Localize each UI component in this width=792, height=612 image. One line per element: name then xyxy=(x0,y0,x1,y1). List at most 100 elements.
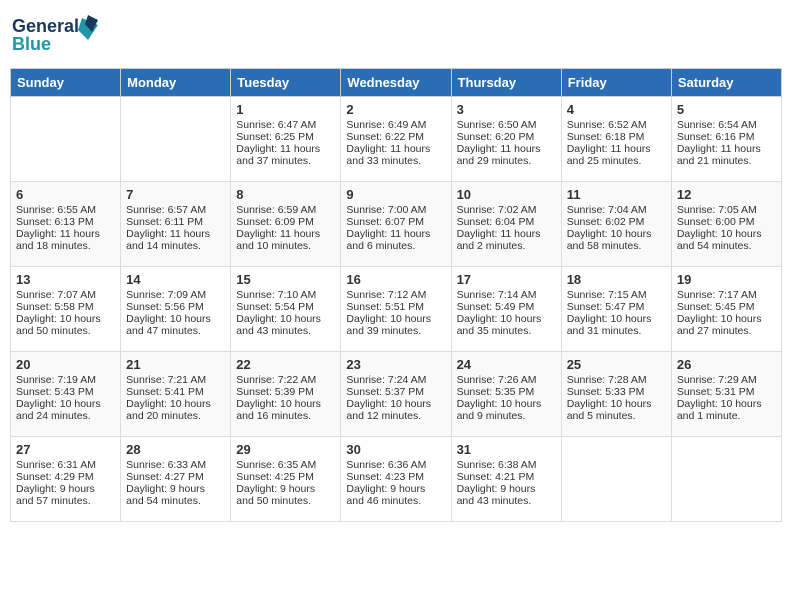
day-cell-14: 14 Sunrise: 7:09 AM Sunset: 5:56 PM Dayl… xyxy=(121,267,231,352)
sunrise-label: Sunrise: 7:29 AM xyxy=(677,374,757,386)
day-cell-28: 28 Sunrise: 6:33 AM Sunset: 4:27 PM Dayl… xyxy=(121,437,231,522)
sunset-label: Sunset: 5:43 PM xyxy=(16,386,94,398)
day-number: 18 xyxy=(567,272,666,287)
day-number: 9 xyxy=(346,187,445,202)
day-cell-18: 18 Sunrise: 7:15 AM Sunset: 5:47 PM Dayl… xyxy=(561,267,671,352)
sunrise-label: Sunrise: 7:04 AM xyxy=(567,204,647,216)
daylight-label: Daylight: 10 hours and 27 minutes. xyxy=(677,313,762,337)
day-number: 8 xyxy=(236,187,335,202)
sunrise-label: Sunrise: 7:10 AM xyxy=(236,289,316,301)
daylight-label: Daylight: 11 hours and 33 minutes. xyxy=(346,143,430,167)
sunrise-label: Sunrise: 6:47 AM xyxy=(236,119,316,131)
sunset-label: Sunset: 6:11 PM xyxy=(126,216,203,228)
day-number: 3 xyxy=(457,102,556,117)
sunset-label: Sunset: 6:02 PM xyxy=(567,216,645,228)
day-cell-21: 21 Sunrise: 7:21 AM Sunset: 5:41 PM Dayl… xyxy=(121,352,231,437)
day-number: 21 xyxy=(126,357,225,372)
day-header-wednesday: Wednesday xyxy=(341,69,451,97)
sunrise-label: Sunrise: 7:15 AM xyxy=(567,289,647,301)
empty-cell xyxy=(11,97,121,182)
sunrise-label: Sunrise: 6:38 AM xyxy=(457,459,537,471)
sunset-label: Sunset: 6:00 PM xyxy=(677,216,755,228)
sunrise-label: Sunrise: 7:07 AM xyxy=(16,289,96,301)
day-cell-20: 20 Sunrise: 7:19 AM Sunset: 5:43 PM Dayl… xyxy=(11,352,121,437)
sunset-label: Sunset: 4:25 PM xyxy=(236,471,314,483)
day-number: 16 xyxy=(346,272,445,287)
week-row-2: 6 Sunrise: 6:55 AM Sunset: 6:13 PM Dayli… xyxy=(11,182,782,267)
sunrise-label: Sunrise: 7:28 AM xyxy=(567,374,647,386)
sunrise-label: Sunrise: 6:52 AM xyxy=(567,119,647,131)
logo-icon: General Blue xyxy=(10,10,100,55)
sunrise-label: Sunrise: 6:59 AM xyxy=(236,204,316,216)
daylight-label: Daylight: 11 hours and 2 minutes. xyxy=(457,228,541,252)
day-header-tuesday: Tuesday xyxy=(231,69,341,97)
sunrise-label: Sunrise: 6:57 AM xyxy=(126,204,206,216)
sunset-label: Sunset: 6:09 PM xyxy=(236,216,314,228)
day-number: 10 xyxy=(457,187,556,202)
daylight-label: Daylight: 10 hours and 20 minutes. xyxy=(126,398,211,422)
sunrise-label: Sunrise: 7:26 AM xyxy=(457,374,537,386)
day-number: 4 xyxy=(567,102,666,117)
day-cell-1: 1 Sunrise: 6:47 AM Sunset: 6:25 PM Dayli… xyxy=(231,97,341,182)
sunset-label: Sunset: 5:31 PM xyxy=(677,386,755,398)
day-number: 29 xyxy=(236,442,335,457)
sunrise-label: Sunrise: 7:05 AM xyxy=(677,204,757,216)
week-row-5: 27 Sunrise: 6:31 AM Sunset: 4:29 PM Dayl… xyxy=(11,437,782,522)
day-cell-30: 30 Sunrise: 6:36 AM Sunset: 4:23 PM Dayl… xyxy=(341,437,451,522)
day-number: 11 xyxy=(567,187,666,202)
day-number: 22 xyxy=(236,357,335,372)
daylight-label: Daylight: 11 hours and 18 minutes. xyxy=(16,228,100,252)
sunrise-label: Sunrise: 7:12 AM xyxy=(346,289,426,301)
sunset-label: Sunset: 6:04 PM xyxy=(457,216,535,228)
day-number: 17 xyxy=(457,272,556,287)
sunrise-label: Sunrise: 7:24 AM xyxy=(346,374,426,386)
sunset-label: Sunset: 5:58 PM xyxy=(16,301,94,313)
sunset-label: Sunset: 6:18 PM xyxy=(567,131,645,143)
sunset-label: Sunset: 5:35 PM xyxy=(457,386,535,398)
sunset-label: Sunset: 5:33 PM xyxy=(567,386,645,398)
sunset-label: Sunset: 6:13 PM xyxy=(16,216,94,228)
daylight-label: Daylight: 10 hours and 43 minutes. xyxy=(236,313,321,337)
day-cell-10: 10 Sunrise: 7:02 AM Sunset: 6:04 PM Dayl… xyxy=(451,182,561,267)
sunrise-label: Sunrise: 6:33 AM xyxy=(126,459,206,471)
sunrise-label: Sunrise: 6:31 AM xyxy=(16,459,96,471)
day-cell-13: 13 Sunrise: 7:07 AM Sunset: 5:58 PM Dayl… xyxy=(11,267,121,352)
svg-text:General: General xyxy=(12,16,79,36)
logo: General Blue xyxy=(10,10,100,60)
sunrise-label: Sunrise: 7:22 AM xyxy=(236,374,316,386)
header-row: SundayMondayTuesdayWednesdayThursdayFrid… xyxy=(11,69,782,97)
day-number: 31 xyxy=(457,442,556,457)
week-row-4: 20 Sunrise: 7:19 AM Sunset: 5:43 PM Dayl… xyxy=(11,352,782,437)
day-number: 15 xyxy=(236,272,335,287)
day-cell-29: 29 Sunrise: 6:35 AM Sunset: 4:25 PM Dayl… xyxy=(231,437,341,522)
daylight-label: Daylight: 10 hours and 58 minutes. xyxy=(567,228,652,252)
sunset-label: Sunset: 5:56 PM xyxy=(126,301,204,313)
day-cell-7: 7 Sunrise: 6:57 AM Sunset: 6:11 PM Dayli… xyxy=(121,182,231,267)
day-cell-19: 19 Sunrise: 7:17 AM Sunset: 5:45 PM Dayl… xyxy=(671,267,781,352)
week-row-3: 13 Sunrise: 7:07 AM Sunset: 5:58 PM Dayl… xyxy=(11,267,782,352)
sunset-label: Sunset: 6:07 PM xyxy=(346,216,424,228)
calendar-table: SundayMondayTuesdayWednesdayThursdayFrid… xyxy=(10,68,782,522)
daylight-label: Daylight: 10 hours and 47 minutes. xyxy=(126,313,211,337)
day-cell-26: 26 Sunrise: 7:29 AM Sunset: 5:31 PM Dayl… xyxy=(671,352,781,437)
sunrise-label: Sunrise: 7:02 AM xyxy=(457,204,537,216)
day-cell-27: 27 Sunrise: 6:31 AM Sunset: 4:29 PM Dayl… xyxy=(11,437,121,522)
sunset-label: Sunset: 4:23 PM xyxy=(346,471,424,483)
sunset-label: Sunset: 5:41 PM xyxy=(126,386,204,398)
sunset-label: Sunset: 5:45 PM xyxy=(677,301,755,313)
day-number: 2 xyxy=(346,102,445,117)
day-header-monday: Monday xyxy=(121,69,231,97)
daylight-label: Daylight: 11 hours and 37 minutes. xyxy=(236,143,320,167)
daylight-label: Daylight: 11 hours and 14 minutes. xyxy=(126,228,210,252)
sunset-label: Sunset: 6:22 PM xyxy=(346,131,424,143)
daylight-label: Daylight: 10 hours and 35 minutes. xyxy=(457,313,542,337)
day-number: 5 xyxy=(677,102,776,117)
day-number: 25 xyxy=(567,357,666,372)
day-header-thursday: Thursday xyxy=(451,69,561,97)
day-cell-12: 12 Sunrise: 7:05 AM Sunset: 6:00 PM Dayl… xyxy=(671,182,781,267)
sunrise-label: Sunrise: 7:00 AM xyxy=(346,204,426,216)
day-number: 20 xyxy=(16,357,115,372)
day-cell-5: 5 Sunrise: 6:54 AM Sunset: 6:16 PM Dayli… xyxy=(671,97,781,182)
daylight-label: Daylight: 10 hours and 1 minute. xyxy=(677,398,762,422)
sunrise-label: Sunrise: 7:21 AM xyxy=(126,374,206,386)
